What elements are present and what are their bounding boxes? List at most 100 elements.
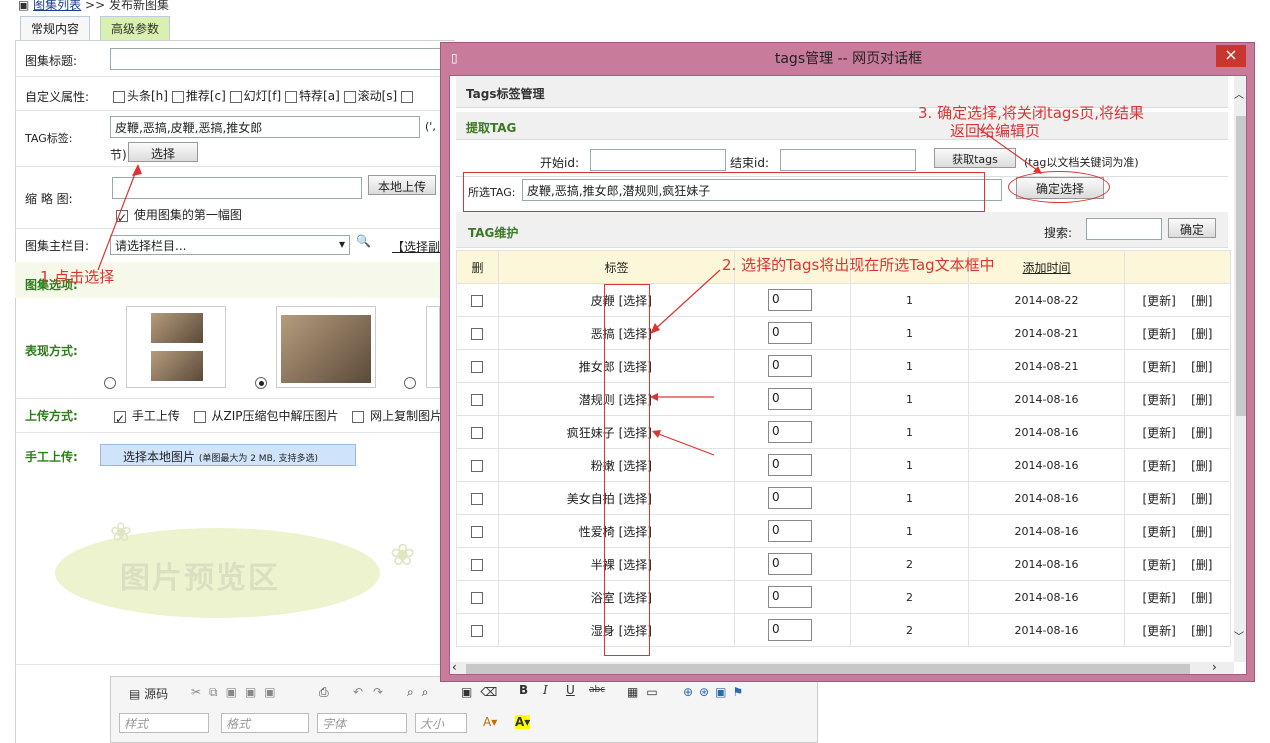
row-delete-link[interactable]: [删]	[1191, 492, 1212, 506]
row-checkbox[interactable]	[470, 360, 483, 373]
style-radio-2[interactable]	[255, 377, 267, 389]
style-thumb-1[interactable]	[126, 306, 226, 388]
row-number-input[interactable]: 0	[768, 553, 812, 575]
attr-check-f[interactable]	[229, 90, 242, 103]
row-update-link[interactable]: [更新]	[1142, 426, 1175, 440]
font-combo[interactable]: 字体	[317, 713, 407, 733]
underline-button[interactable]: U	[566, 683, 575, 697]
row-delete-link[interactable]: [删]	[1191, 360, 1212, 374]
tab-advanced[interactable]: 高级参数	[100, 16, 171, 40]
chevron-up-icon[interactable]: ︿	[1234, 86, 1244, 101]
print-icon[interactable]: ⎙	[319, 685, 329, 700]
text-color-button[interactable]: A▾	[483, 715, 497, 729]
attr-check-s[interactable]	[343, 90, 356, 103]
row-delete-link[interactable]: [删]	[1191, 393, 1212, 407]
row-number-input[interactable]: 0	[768, 586, 812, 608]
close-button[interactable]: ×	[1216, 45, 1246, 67]
row-delete-link[interactable]: [删]	[1191, 558, 1212, 572]
row-delete-link[interactable]: [删]	[1191, 294, 1212, 308]
select-local-button[interactable]: 选择本地图片 (单图最大为 2 MB, 支持多选)	[100, 444, 356, 466]
link-icons[interactable]: ⊕⊛▣⚑	[683, 685, 749, 699]
row-checkbox[interactable]	[470, 624, 483, 637]
style-radio-1[interactable]	[104, 377, 116, 389]
tag-select-button[interactable]: 选择	[128, 142, 198, 162]
attr-h-label: 头条[h]	[127, 89, 168, 103]
scroll-thumb[interactable]	[1236, 116, 1246, 416]
row-checkbox[interactable]	[470, 591, 483, 604]
upload-web-check[interactable]	[352, 410, 365, 423]
style-radio-3[interactable]	[404, 377, 416, 389]
row-update-link[interactable]: [更新]	[1142, 327, 1175, 341]
source-button[interactable]: ▤ 源码	[129, 685, 168, 702]
size-combo[interactable]: 大小	[415, 713, 467, 733]
row-delete-link[interactable]: [删]	[1191, 624, 1212, 638]
search-icon[interactable]: 🔍	[356, 234, 371, 248]
upload-zip-check[interactable]	[193, 410, 206, 423]
bg-color-button[interactable]: A▾	[515, 715, 531, 729]
strike-button[interactable]: abc	[589, 685, 605, 695]
row-delete-link[interactable]: [删]	[1191, 426, 1212, 440]
style-combo[interactable]: 样式	[119, 713, 209, 733]
row-checkbox[interactable]	[470, 492, 483, 505]
row-checkbox[interactable]	[470, 525, 483, 538]
row-checkbox[interactable]	[470, 327, 483, 340]
search-confirm-button[interactable]: 确定	[1168, 218, 1216, 238]
table-icons[interactable]: ▦▭	[627, 685, 666, 699]
row-update-link[interactable]: [更新]	[1142, 591, 1175, 605]
row-checkbox[interactable]	[470, 393, 483, 406]
undo-redo-icons[interactable]: ↶↷	[353, 685, 393, 699]
row-delete-link[interactable]: [删]	[1191, 591, 1212, 605]
search-input[interactable]	[1086, 218, 1162, 240]
title-input[interactable]	[110, 48, 445, 70]
find-icons[interactable]: ⌕⌕	[407, 685, 436, 700]
attr-check-h[interactable]	[113, 90, 125, 103]
clipboard-icons[interactable]: ✂⧉▣▣▣	[191, 685, 284, 700]
row-update-link[interactable]: [更新]	[1142, 525, 1175, 539]
tab-normal[interactable]: 常规内容	[20, 16, 91, 40]
style-thumb-2[interactable]	[276, 306, 376, 388]
style-label: 表现方式:	[25, 344, 78, 358]
hscroll-thumb[interactable]	[466, 664, 1190, 674]
chevron-right-icon[interactable]: ›	[1212, 660, 1217, 674]
row-update-link[interactable]: [更新]	[1142, 558, 1175, 572]
select-sub-column-link[interactable]: 【选择副	[392, 238, 440, 255]
select-local-hint: (单图最大为 2 MB, 支持多选)	[198, 454, 318, 464]
select-all-icons[interactable]: ▣⌫	[461, 685, 505, 699]
bold-button[interactable]: B	[519, 683, 528, 697]
attr-f-label: 幻灯[f]	[243, 89, 282, 103]
row-actions: [更新] [删]	[1124, 349, 1231, 383]
upload-manual-check[interactable]: ✓	[114, 410, 126, 426]
attr-check-more[interactable]	[401, 90, 414, 103]
attr-check-c[interactable]	[171, 90, 184, 103]
row-update-link[interactable]: [更新]	[1142, 459, 1175, 473]
row-checkbox[interactable]	[470, 426, 483, 439]
row-number-input[interactable]: 0	[768, 487, 812, 509]
row-checkbox[interactable]	[470, 459, 483, 472]
horizontal-scrollbar[interactable]: ‹ ›	[450, 660, 1234, 674]
row-update-link[interactable]: [更新]	[1142, 393, 1175, 407]
tag-input[interactable]: 皮鞭,恶搞,皮鞭,恶搞,推女郎	[110, 116, 420, 138]
vertical-scrollbar[interactable]: ︿ ﹀	[1234, 76, 1246, 662]
row-update-link[interactable]: [更新]	[1142, 294, 1175, 308]
row-checkbox[interactable]	[470, 558, 483, 571]
attr-check-a[interactable]	[285, 90, 298, 103]
row-checkbox-cell	[456, 613, 499, 647]
row-update-link[interactable]: [更新]	[1142, 624, 1175, 638]
row-update-link[interactable]: [更新]	[1142, 492, 1175, 506]
row-checkbox[interactable]	[470, 294, 483, 307]
row-delete-link[interactable]: [删]	[1191, 327, 1212, 341]
divider	[15, 398, 455, 399]
row-update-link[interactable]: [更新]	[1142, 360, 1175, 374]
row-number-input[interactable]: 0	[768, 619, 812, 641]
style-thumb-3[interactable]	[426, 306, 440, 388]
italic-button[interactable]: I	[543, 683, 548, 697]
chevron-down-icon[interactable]: ﹀	[1234, 628, 1244, 643]
row-actions: [更新] [删]	[1124, 382, 1231, 416]
breadcrumb-link[interactable]: 图集列表	[33, 0, 81, 12]
row-delete-link[interactable]: [删]	[1191, 459, 1212, 473]
local-upload-button[interactable]: 本地上传	[368, 175, 436, 195]
row-delete-link[interactable]: [删]	[1191, 525, 1212, 539]
chevron-left-icon[interactable]: ‹	[452, 660, 457, 674]
row-number-input[interactable]: 0	[768, 520, 812, 542]
format-combo[interactable]: 格式	[221, 713, 309, 733]
